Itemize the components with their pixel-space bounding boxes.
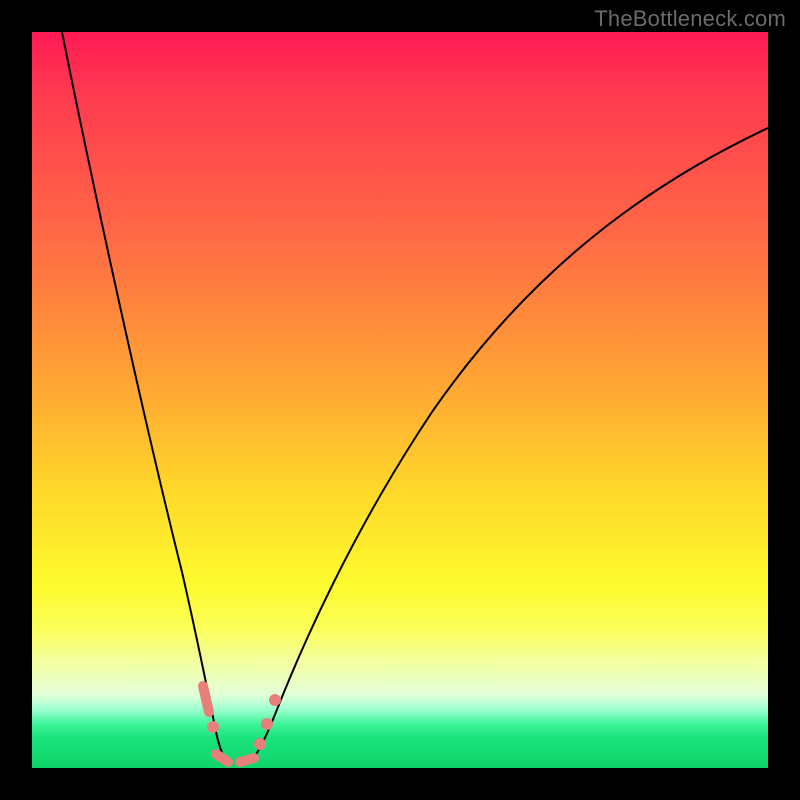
watermark-text: TheBottleneck.com <box>594 6 786 32</box>
valley-marker-right-3 <box>269 694 281 706</box>
valley-marker-left-dot <box>207 721 219 733</box>
left-curve <box>62 32 230 764</box>
valley-marker-left-upper <box>203 686 209 712</box>
valley-marker-bottom-left <box>216 754 228 762</box>
chart-frame: TheBottleneck.com <box>0 0 800 800</box>
valley-marker-right-1 <box>254 738 266 750</box>
valley-marker-right-2 <box>261 718 273 730</box>
valley-marker-bottom-right <box>240 758 254 762</box>
plot-area <box>32 32 768 768</box>
curves-svg <box>32 32 768 768</box>
right-curve <box>247 128 768 764</box>
